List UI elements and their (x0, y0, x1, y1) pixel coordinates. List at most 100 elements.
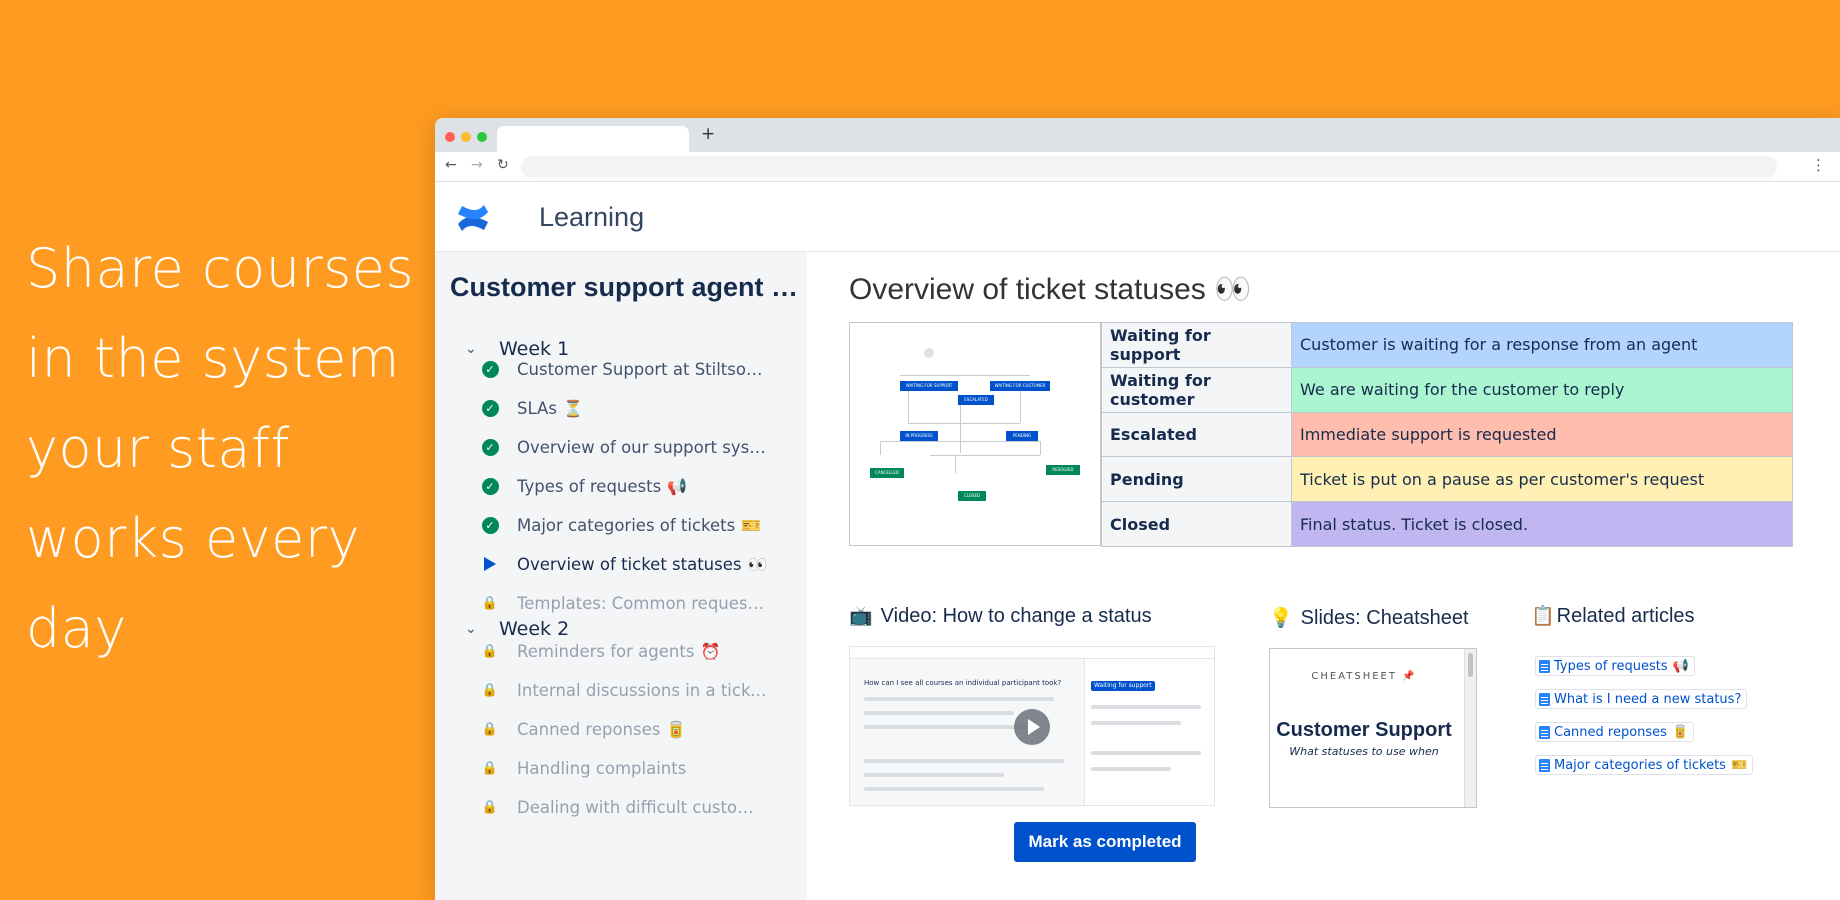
hero-line: day (26, 597, 127, 660)
completed-check-icon: ✓ (481, 360, 499, 378)
lesson-item-locked[interactable]: 🔒 Reminders for agents ⏰ (481, 636, 791, 666)
workflow-node: CANCELLED (870, 468, 904, 478)
lesson-item[interactable]: ✓ Customer Support at Stiltsoft overview (481, 354, 791, 384)
play-current-icon (484, 557, 496, 571)
video-section-title: 📺 Video: How to change a status (849, 604, 1152, 628)
page-doc-icon (1539, 725, 1550, 739)
workflow-node: ESCALATED (958, 395, 994, 405)
browser-tab-bar: + (435, 118, 1840, 152)
lesson-label: Dealing with difficult customers (517, 797, 767, 817)
back-arrow-icon[interactable]: ← (445, 157, 457, 173)
workflow-line (1040, 441, 1041, 455)
slides-section-title: 💡 Slides: Cheatsheet (1269, 606, 1469, 630)
address-bar[interactable] (521, 156, 1777, 178)
video-thumb-line (864, 725, 1034, 729)
lesson-content: Overview of ticket statuses 👀 WAITING FO… (807, 252, 1840, 900)
lock-icon: 🔒 (481, 760, 499, 776)
related-article-link[interactable]: What is I need a new status? (1535, 689, 1748, 709)
lesson-label: Customer Support at Stiltsoft overview (517, 359, 767, 379)
related-article-link[interactable]: Major categories of tickets 🎫 (1535, 755, 1754, 775)
megaphone-emoji-icon: 📢 (667, 476, 688, 496)
related-article-link[interactable]: Types of requests 📢 (1535, 656, 1695, 676)
television-icon: 📺 (849, 606, 873, 627)
video-thumb-line (864, 711, 1014, 715)
mark-as-completed-button[interactable]: Mark as completed (1014, 822, 1196, 862)
article-label: Canned reponses (1554, 724, 1667, 740)
lesson-item[interactable]: ✓ Overview of our support system (481, 432, 791, 462)
lesson-item-locked[interactable]: 🔒 Dealing with difficult customers (481, 792, 791, 822)
ticket-emoji-icon: 🎫 (1730, 757, 1748, 773)
status-name: Closed (1101, 501, 1292, 547)
app-header: Learning (435, 182, 1840, 252)
related-article-link[interactable]: Canned reponses 🥫 (1535, 722, 1695, 742)
workflow-line (880, 441, 1040, 442)
browser-toolbar: ← → ↻ ⋮ (435, 152, 1840, 182)
lesson-label: Handling complaints (517, 758, 687, 778)
slides-scrollbar[interactable] (1464, 649, 1476, 807)
lesson-item[interactable]: ✓ Major categories of tickets 🎫 (481, 510, 791, 540)
course-title: Customer support agent onboarding (450, 272, 800, 302)
status-name: Waiting for support (1101, 322, 1292, 368)
lock-icon: 🔒 (481, 721, 499, 737)
lesson-item-locked[interactable]: 🔒 Internal discussions in a ticket threa… (481, 675, 791, 705)
video-player[interactable]: How can I see all courses an individual … (849, 646, 1215, 806)
status-description: Final status. Ticket is closed. (1291, 501, 1793, 547)
workflow-line (930, 455, 1040, 456)
page-doc-icon (1539, 692, 1550, 706)
browser-tab[interactable] (497, 126, 689, 152)
table-row: Pending Ticket is put on a pause as per … (1101, 456, 1793, 503)
lesson-label: Internal discussions in a ticket thread (517, 680, 767, 700)
alarm-clock-emoji-icon: ⏰ (700, 641, 721, 661)
completed-check-icon: ✓ (481, 477, 499, 495)
lesson-label: Major categories of tickets (517, 515, 736, 535)
lesson-label: Types of requests (517, 476, 662, 496)
slides-title: Slides: Cheatsheet (1300, 606, 1469, 629)
play-video-icon[interactable] (1014, 709, 1050, 745)
lesson-item-locked[interactable]: 🔒 Handling complaints (481, 753, 791, 783)
table-row: Waiting for support Customer is waiting … (1101, 322, 1793, 368)
related-articles-label: Related articles (1556, 604, 1695, 627)
lesson-item[interactable]: ✓ Types of requests 📢 (481, 471, 791, 501)
completed-check-icon: ✓ (481, 438, 499, 456)
lesson-item[interactable]: ✓ SLAs ⏳ (481, 393, 791, 423)
video-thumb-side-panel: Waiting for support (1084, 659, 1214, 805)
status-name: Pending (1101, 456, 1292, 503)
workflow-line (880, 441, 881, 455)
video-thumb-question: How can I see all courses an individual … (864, 679, 1062, 687)
workflow-node: WAITING FOR CUSTOMER (990, 381, 1050, 391)
app-title: Learning (539, 202, 645, 232)
workflow-node: RESOLVED (1046, 465, 1080, 475)
status-workflow-diagram[interactable]: WAITING FOR SUPPORT WAITING FOR CUSTOMER… (849, 322, 1101, 546)
table-row: Escalated Immediate support is requested (1101, 411, 1793, 458)
lock-icon: 🔒 (481, 799, 499, 815)
chevron-down-icon: ⌄ (465, 621, 477, 637)
table-row: Waiting for customer We are waiting for … (1101, 366, 1793, 413)
article-label: What is I need a new status? (1554, 691, 1742, 707)
lock-icon: 🔒 (481, 643, 499, 659)
forward-arrow-icon[interactable]: → (471, 157, 483, 173)
ticket-emoji-icon: 🎫 (741, 515, 762, 535)
slides-viewer[interactable]: CHEATSHEET 📌 Customer Support What statu… (1269, 648, 1477, 808)
minimize-window-dot[interactable] (461, 132, 471, 142)
page-doc-icon (1539, 659, 1550, 673)
lesson-item-current[interactable]: Overview of ticket statuses 👀 (481, 549, 791, 579)
reload-icon[interactable]: ↻ (497, 157, 509, 173)
hero-text: Share courses in the system your staff w… (26, 224, 416, 674)
lesson-item-locked[interactable]: 🔒 Templates: Common requests and respons… (481, 588, 791, 618)
workflow-line (908, 423, 1020, 424)
hero-line: works every (26, 507, 361, 570)
close-window-dot[interactable] (445, 132, 455, 142)
lightbulb-icon: 💡 (1269, 608, 1293, 629)
lesson-label: Templates: Common requests and responses (517, 593, 767, 613)
new-tab-button[interactable]: + (701, 124, 715, 144)
course-sidebar: Customer support agent onboarding ⌄ Week… (435, 252, 807, 900)
related-articles-title: 📋 Related articles (1531, 604, 1695, 628)
workflow-node: WAITING FOR SUPPORT (900, 381, 958, 391)
confluence-logo-icon[interactable] (455, 200, 491, 236)
video-thumb-topbar (850, 647, 1214, 659)
maximize-window-dot[interactable] (477, 132, 487, 142)
browser-menu-icon[interactable]: ⋮ (1811, 156, 1826, 174)
video-thumb-line (1091, 767, 1171, 771)
workflow-start-dot (924, 348, 934, 358)
lesson-item-locked[interactable]: 🔒 Canned reponses 🥫 (481, 714, 791, 744)
